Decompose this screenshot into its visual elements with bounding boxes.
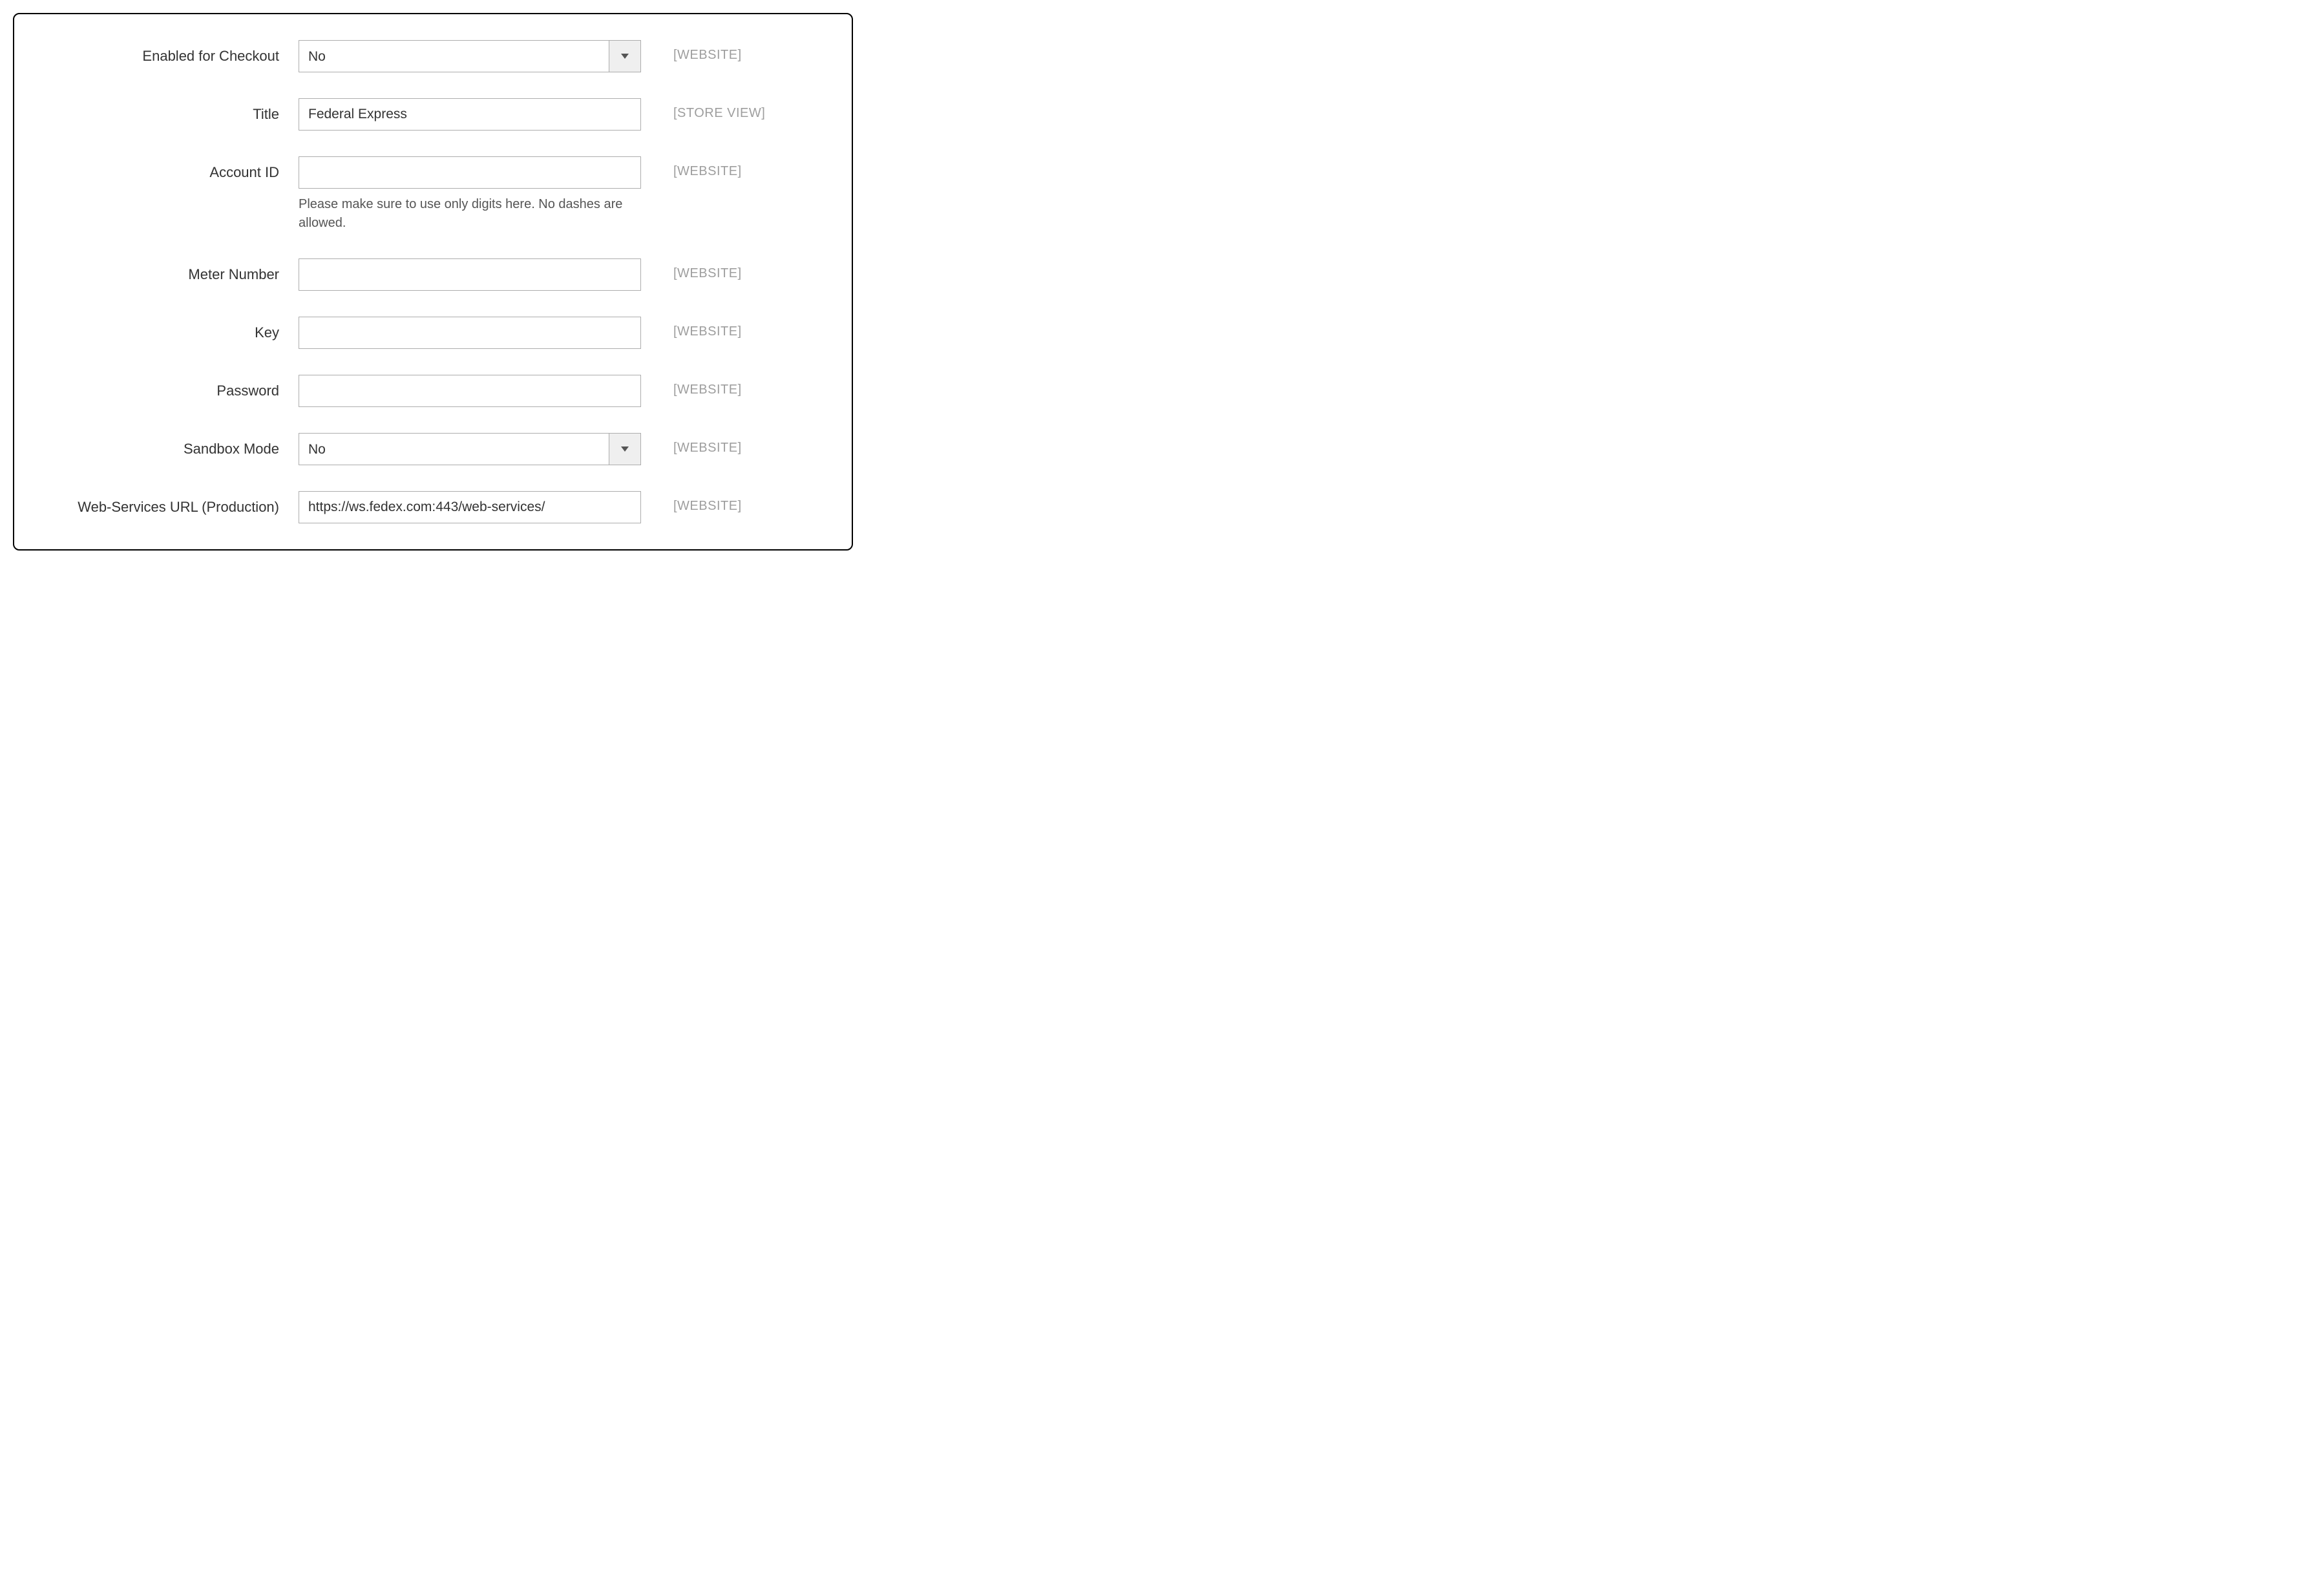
- scope-account-id: [WEBSITE]: [641, 156, 742, 179]
- scope-enabled-for-checkout: [WEBSITE]: [641, 40, 742, 63]
- input-web-services-url[interactable]: [299, 491, 641, 523]
- label-sandbox-mode: Sandbox Mode: [34, 433, 299, 457]
- input-password[interactable]: [299, 375, 641, 407]
- scope-key: [WEBSITE]: [641, 317, 742, 339]
- label-password: Password: [34, 375, 299, 399]
- label-account-id: Account ID: [34, 156, 299, 181]
- row-key: Key [WEBSITE]: [34, 317, 819, 349]
- row-web-services-url: Web-Services URL (Production) [WEBSITE]: [34, 491, 819, 523]
- label-key: Key: [34, 317, 299, 341]
- scope-web-services-url: [WEBSITE]: [641, 491, 742, 514]
- scope-password: [WEBSITE]: [641, 375, 742, 397]
- select-enabled-for-checkout[interactable]: No: [299, 40, 641, 72]
- input-title[interactable]: [299, 98, 641, 131]
- select-sandbox-mode[interactable]: No: [299, 433, 641, 465]
- row-sandbox-mode: Sandbox Mode No [WEBSITE]: [34, 433, 819, 465]
- label-enabled-for-checkout: Enabled for Checkout: [34, 40, 299, 65]
- row-enabled-for-checkout: Enabled for Checkout No [WEBSITE]: [34, 40, 819, 72]
- row-account-id: Account ID Please make sure to use only …: [34, 156, 819, 233]
- row-title: Title [STORE VIEW]: [34, 98, 819, 131]
- input-meter-number[interactable]: [299, 258, 641, 291]
- input-account-id[interactable]: [299, 156, 641, 189]
- label-title: Title: [34, 98, 299, 123]
- scope-meter-number: [WEBSITE]: [641, 258, 742, 281]
- scope-sandbox-mode: [WEBSITE]: [641, 433, 742, 456]
- row-password: Password [WEBSITE]: [34, 375, 819, 407]
- select-sandbox-mode-wrap: No: [299, 433, 641, 465]
- fedex-settings-form: Enabled for Checkout No [WEBSITE] Title …: [13, 13, 853, 551]
- scope-title: [STORE VIEW]: [641, 98, 765, 121]
- select-enabled-for-checkout-wrap: No: [299, 40, 641, 72]
- help-account-id: Please make sure to use only digits here…: [299, 195, 641, 233]
- row-meter-number: Meter Number [WEBSITE]: [34, 258, 819, 291]
- label-meter-number: Meter Number: [34, 258, 299, 283]
- label-web-services-url: Web-Services URL (Production): [34, 491, 299, 516]
- input-key[interactable]: [299, 317, 641, 349]
